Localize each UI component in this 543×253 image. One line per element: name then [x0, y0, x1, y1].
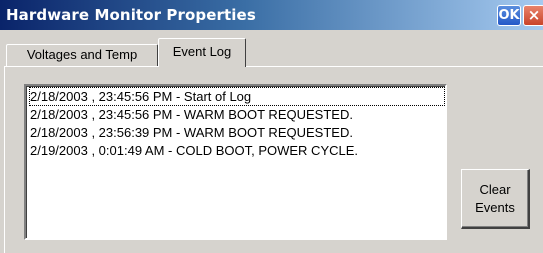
ok-button[interactable]: OK — [497, 5, 521, 26]
close-icon: × — [527, 6, 541, 24]
clear-events-label-line2: Events — [475, 200, 515, 215]
close-button[interactable]: × — [523, 5, 543, 26]
tab-voltages-and-temp[interactable]: Voltages and Temp — [6, 44, 158, 66]
tab-event-log[interactable]: Event Log — [158, 38, 246, 67]
list-item[interactable]: 2/18/2003 , 23:45:56 PM - WARM BOOT REQU… — [30, 106, 355, 123]
list-item[interactable]: 2/19/2003 , 0:01:49 AM - COLD BOOT, POWE… — [30, 142, 360, 159]
clear-events-button[interactable]: Clear Events — [461, 169, 530, 229]
clear-events-label-line1: Clear — [479, 182, 511, 197]
list-item[interactable]: 2/18/2003 , 23:45:56 PM - Start of Log — [29, 87, 445, 106]
properties-window: Hardware Monitor Properties OK × Voltage… — [0, 0, 543, 253]
list-item[interactable]: 2/18/2003 , 23:56:39 PM - WARM BOOT REQU… — [30, 124, 355, 141]
event-log-list[interactable]: 2/18/2003 , 23:45:56 PM - Start of Log 2… — [24, 84, 447, 240]
window-title: Hardware Monitor Properties — [6, 6, 256, 24]
title-bar[interactable]: Hardware Monitor Properties OK × — [0, 0, 543, 30]
